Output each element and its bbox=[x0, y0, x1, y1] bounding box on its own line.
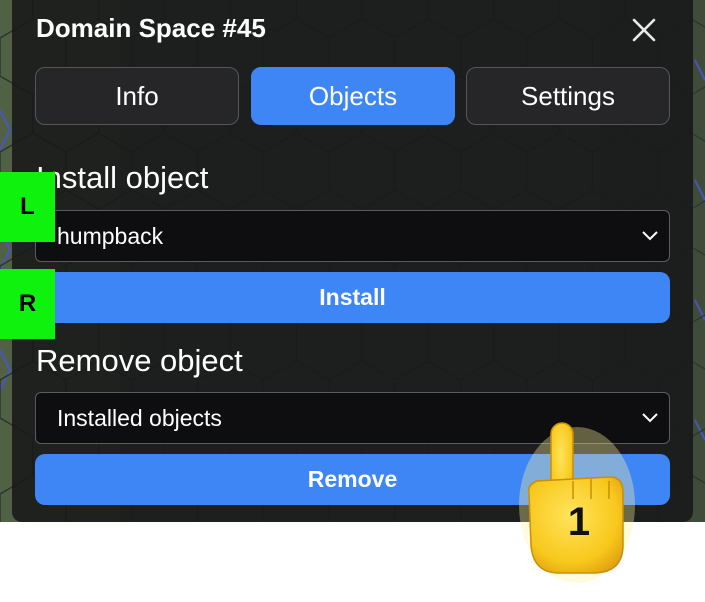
tab-bar: Info Objects Settings bbox=[35, 67, 670, 125]
tab-objects[interactable]: Objects bbox=[251, 67, 455, 125]
close-icon[interactable] bbox=[628, 14, 660, 46]
install-object-select[interactable]: humpback bbox=[35, 210, 670, 262]
pointing-hand-icon: 1 bbox=[515, 415, 635, 585]
panel-title: Domain Space #45 bbox=[36, 13, 266, 43]
step-number: 1 bbox=[568, 500, 590, 544]
chevron-down-icon bbox=[642, 413, 658, 423]
install-button[interactable]: Install bbox=[35, 272, 670, 323]
install-object-label: Install object bbox=[36, 160, 209, 195]
tab-settings[interactable]: Settings bbox=[466, 67, 670, 125]
right-click-marker: R bbox=[0, 269, 55, 339]
chevron-down-icon bbox=[642, 231, 658, 241]
left-click-marker: L bbox=[0, 172, 55, 242]
remove-object-select-value: Installed objects bbox=[57, 405, 222, 431]
tab-info[interactable]: Info bbox=[35, 67, 239, 125]
install-object-select-value: humpback bbox=[57, 223, 164, 249]
close-button[interactable] bbox=[628, 14, 660, 46]
remove-object-label: Remove object bbox=[36, 343, 243, 378]
pointing-hand-graphic: 1 bbox=[519, 422, 635, 583]
